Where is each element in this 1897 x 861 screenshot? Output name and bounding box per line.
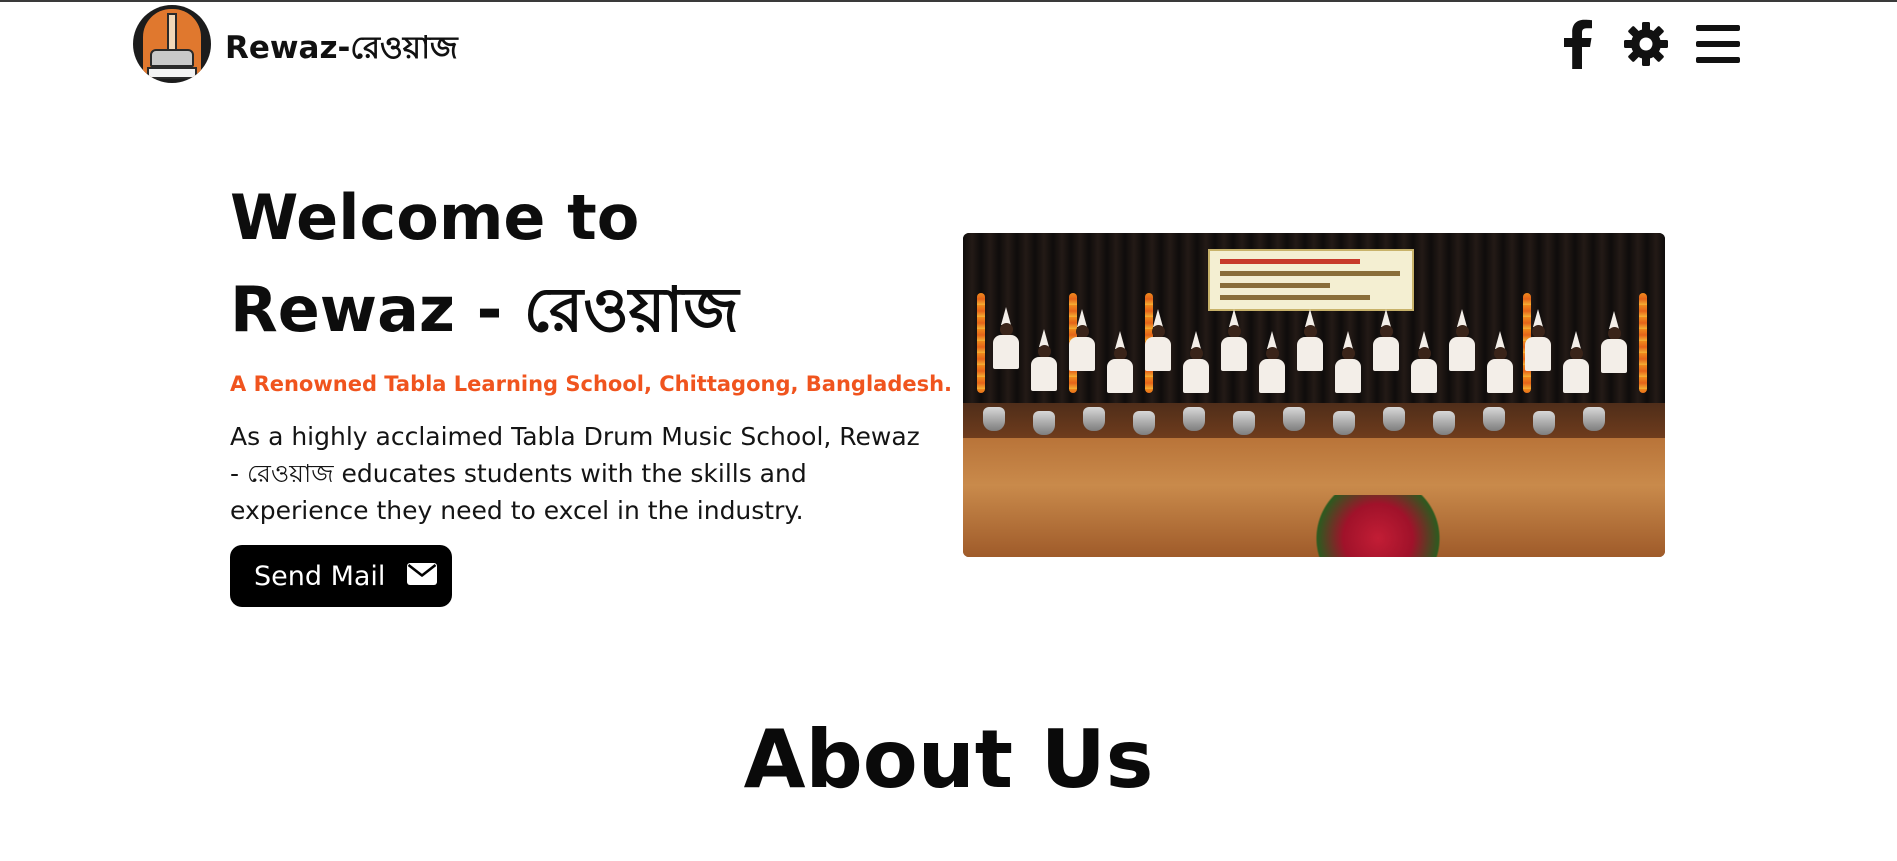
tabla-drum — [1383, 407, 1405, 431]
brand-name[interactable]: Rewaz-রেওয়াজ — [225, 24, 458, 76]
flower-arrangement — [1303, 495, 1453, 557]
logo-tabla-base — [150, 49, 194, 67]
hero-description: As a highly acclaimed Tabla Drum Music S… — [230, 422, 920, 525]
tabla-drum — [1033, 411, 1055, 435]
tabla-drum — [1483, 407, 1505, 431]
tabla-drum — [1533, 411, 1555, 435]
hero-title: Welcome to Rewaz - রেওয়াজ — [230, 172, 739, 356]
facebook-icon[interactable] — [1560, 18, 1596, 70]
about-title: About Us — [743, 713, 1154, 806]
envelope-icon — [407, 561, 438, 592]
tabla-logo-icon[interactable] — [133, 5, 211, 83]
tabla-drum — [1283, 407, 1305, 431]
tabla-drum — [983, 407, 1005, 431]
event-banner — [1208, 249, 1414, 311]
tabla-drum — [1083, 407, 1105, 431]
gear-icon[interactable] — [1620, 18, 1672, 70]
performers-group — [973, 307, 1655, 445]
tabla-drum — [1183, 407, 1205, 431]
tabla-drum — [1233, 411, 1255, 435]
navbar: Rewaz-রেওয়াজ — [0, 2, 1897, 86]
hero-tagline: A Renowned Tabla Learning School, Chitta… — [230, 372, 953, 396]
tabla-drum — [1433, 411, 1455, 435]
logo-script-plate — [147, 67, 197, 79]
tabla-drum — [1583, 407, 1605, 431]
hero-title-line-1: Welcome to — [230, 181, 640, 254]
hero-title-line-2: Rewaz - রেওয়াজ — [230, 273, 739, 346]
send-mail-button[interactable]: Send Mail — [230, 545, 452, 607]
hamburger-menu-icon[interactable] — [1694, 18, 1742, 70]
tabla-drum — [1333, 411, 1355, 435]
tabla-performance-photo — [963, 233, 1665, 557]
tabla-drum — [1133, 411, 1155, 435]
send-mail-label: Send Mail — [254, 560, 386, 592]
